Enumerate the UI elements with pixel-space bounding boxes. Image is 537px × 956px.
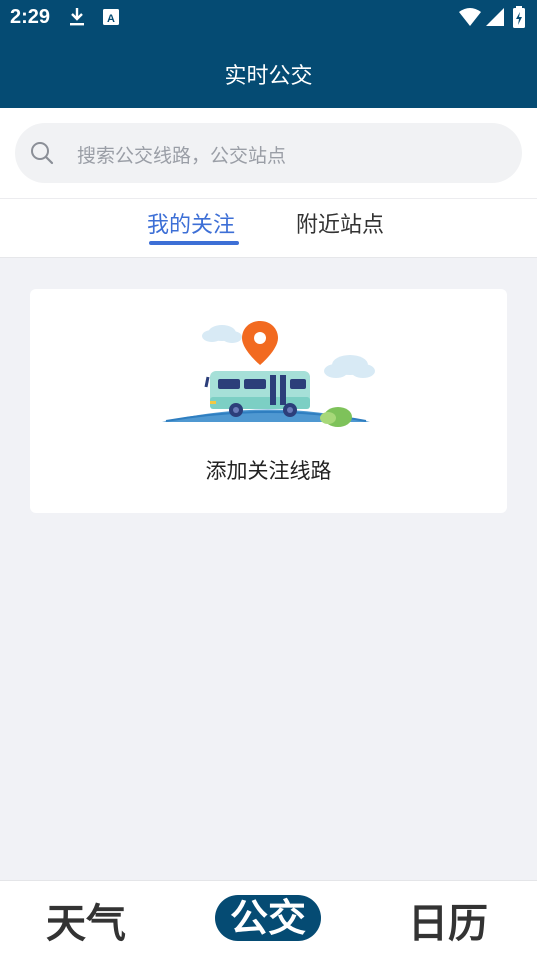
signal-icon <box>484 6 506 32</box>
battery-icon <box>512 6 526 34</box>
active-tab-indicator <box>149 241 239 245</box>
tab-nearby-stations[interactable]: 附近站点 <box>296 207 384 239</box>
bottom-nav: 天气 公交 日历 <box>0 880 537 956</box>
tab-bar: 我的关注 附近站点 <box>0 198 537 258</box>
search-area: 搜索公交线路，公交站点 <box>0 108 537 198</box>
download-icon <box>68 6 86 32</box>
search-input[interactable]: 搜索公交线路，公交站点 <box>15 123 522 183</box>
nav-weather[interactable]: 天气 <box>46 891 126 949</box>
wifi-icon <box>458 6 482 32</box>
add-follow-line-label: 添加关注线路 <box>205 459 332 483</box>
keyboard-a-icon: A <box>102 6 120 32</box>
search-placeholder: 搜索公交线路，公交站点 <box>77 145 287 167</box>
bus-illustration-icon <box>160 317 380 431</box>
nav-calendar[interactable]: 日历 <box>408 891 488 949</box>
page-title: 实时公交 <box>224 64 313 89</box>
status-time: 2:29 <box>10 6 51 28</box>
app-bar: 实时公交 <box>0 36 537 108</box>
search-icon <box>29 140 55 170</box>
add-follow-card[interactable]: 添加关注线路 <box>30 289 507 513</box>
svg-text:A: A <box>107 13 115 25</box>
tab-my-follows[interactable]: 我的关注 <box>147 207 235 239</box>
nav-bus[interactable]: 公交 <box>215 895 321 941</box>
status-bar: 2:29 A <box>0 0 537 36</box>
